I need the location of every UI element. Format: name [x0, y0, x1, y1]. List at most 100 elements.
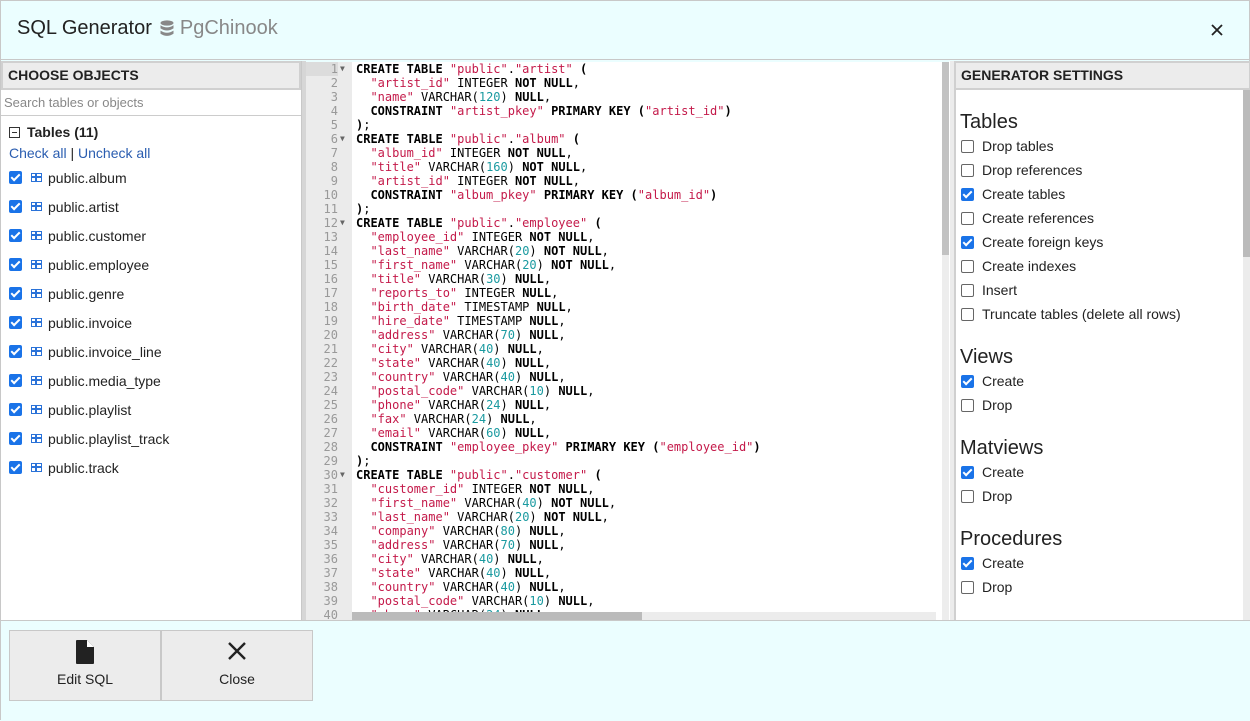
setting-checkbox[interactable] [961, 163, 974, 177]
fold-toggle-icon[interactable]: ▼ [340, 468, 345, 482]
setting-option[interactable]: Drop [960, 484, 1250, 508]
editor-vertical-scrollbar[interactable] [942, 62, 949, 620]
table-checkbox[interactable] [9, 171, 22, 184]
code-line[interactable]: 30 ▼ CREATE TABLE "public"."customer" ( [306, 468, 949, 482]
table-item[interactable]: public.album [9, 163, 301, 192]
table-checkbox[interactable] [9, 258, 22, 271]
table-checkbox[interactable] [9, 287, 22, 300]
code-line[interactable]: 38 "country" VARCHAR(40) NULL, [306, 580, 949, 594]
setting-option[interactable]: Create references [960, 206, 1250, 230]
code-line[interactable]: 24 "postal_code" VARCHAR(10) NULL, [306, 384, 949, 398]
setting-option[interactable]: Drop [960, 575, 1250, 599]
setting-checkbox[interactable] [961, 259, 974, 273]
code-line[interactable]: 33 "last_name" VARCHAR(20) NOT NULL, [306, 510, 949, 524]
table-item[interactable]: public.employee [9, 250, 301, 279]
setting-option[interactable]: Drop [960, 393, 1250, 417]
close-button[interactable]: Close [161, 630, 313, 701]
code-line[interactable]: 34 "company" VARCHAR(80) NULL, [306, 524, 949, 538]
uncheck-all-link[interactable]: Uncheck all [78, 145, 150, 161]
check-all-link[interactable]: Check all [9, 145, 67, 161]
tables-group[interactable]: Tables (11) [9, 124, 301, 140]
code-line[interactable]: 3 "name" VARCHAR(120) NULL, [306, 90, 949, 104]
code-line[interactable]: 9 "artist_id" INTEGER NOT NULL, [306, 174, 949, 188]
code-line[interactable]: 17 "reports_to" INTEGER NULL, [306, 286, 949, 300]
code-line[interactable]: 37 "state" VARCHAR(40) NULL, [306, 566, 949, 580]
sql-editor[interactable]: 1 ▼ CREATE TABLE "public"."artist" (2 "art… [306, 62, 949, 620]
code-line[interactable]: 12 ▼ CREATE TABLE "public"."employee" ( [306, 216, 949, 230]
collapse-icon[interactable] [9, 126, 20, 138]
setting-option[interactable]: Truncate tables (delete all rows) [960, 302, 1250, 326]
setting-checkbox[interactable] [961, 235, 974, 249]
table-checkbox[interactable] [9, 403, 22, 416]
code-line[interactable]: 39 "postal_code" VARCHAR(10) NULL, [306, 594, 949, 608]
code-line[interactable]: 4 CONSTRAINT "artist_pkey" PRIMARY KEY (… [306, 104, 949, 118]
code-line[interactable]: 23 "country" VARCHAR(40) NULL, [306, 370, 949, 384]
table-checkbox[interactable] [9, 461, 22, 474]
code-line[interactable]: 10 CONSTRAINT "album_pkey" PRIMARY KEY (… [306, 188, 949, 202]
editor-horizontal-scrollbar[interactable] [352, 612, 936, 620]
table-checkbox[interactable] [9, 374, 22, 387]
code-line[interactable]: 13 "employee_id" INTEGER NOT NULL, [306, 230, 949, 244]
setting-option[interactable]: Create indexes [960, 254, 1250, 278]
code-line[interactable]: 15 "first_name" VARCHAR(20) NOT NULL, [306, 258, 949, 272]
setting-checkbox[interactable] [961, 283, 974, 297]
scrollbar-thumb[interactable] [352, 612, 642, 620]
setting-option[interactable]: Drop references [960, 158, 1250, 182]
code-line[interactable]: 2 "artist_id" INTEGER NOT NULL, [306, 76, 949, 90]
code-line[interactable]: 36 "city" VARCHAR(40) NULL, [306, 552, 949, 566]
table-item[interactable]: public.artist [9, 192, 301, 221]
code-line[interactable]: 11); [306, 202, 949, 216]
setting-checkbox[interactable] [961, 211, 974, 225]
code-line[interactable]: 18 "birth_date" TIMESTAMP NULL, [306, 300, 949, 314]
edit-sql-button[interactable]: Edit SQL [9, 630, 161, 701]
scrollbar-thumb[interactable] [942, 62, 949, 255]
code-line[interactable]: 27 "email" VARCHAR(60) NULL, [306, 426, 949, 440]
code-line[interactable]: 8 "title" VARCHAR(160) NOT NULL, [306, 160, 949, 174]
fold-toggle-icon[interactable]: ▼ [340, 132, 345, 146]
code-content[interactable]: 1 ▼ CREATE TABLE "public"."artist" (2 "art… [306, 62, 949, 620]
setting-checkbox[interactable] [961, 187, 974, 201]
table-item[interactable]: public.playlist_track [9, 424, 301, 453]
setting-checkbox[interactable] [961, 307, 974, 321]
code-line[interactable]: 31 "customer_id" INTEGER NOT NULL, [306, 482, 949, 496]
table-checkbox[interactable] [9, 316, 22, 329]
setting-checkbox[interactable] [961, 556, 974, 570]
table-checkbox[interactable] [9, 229, 22, 242]
setting-checkbox[interactable] [961, 489, 974, 503]
table-item[interactable]: public.genre [9, 279, 301, 308]
code-line[interactable]: 22 "state" VARCHAR(40) NULL, [306, 356, 949, 370]
setting-option[interactable]: Create tables [960, 182, 1250, 206]
setting-checkbox[interactable] [961, 374, 974, 388]
code-line[interactable]: 20 "address" VARCHAR(70) NULL, [306, 328, 949, 342]
search-input[interactable] [1, 90, 301, 116]
table-item[interactable]: public.customer [9, 221, 301, 250]
table-item[interactable]: public.invoice [9, 308, 301, 337]
table-checkbox[interactable] [9, 345, 22, 358]
setting-option[interactable]: Create [960, 551, 1250, 575]
setting-option[interactable]: Create [960, 369, 1250, 393]
setting-option[interactable]: Drop tables [960, 134, 1250, 158]
code-line[interactable]: 26 "fax" VARCHAR(24) NULL, [306, 412, 949, 426]
setting-checkbox[interactable] [961, 465, 974, 479]
code-line[interactable]: 16 "title" VARCHAR(30) NULL, [306, 272, 949, 286]
code-line[interactable]: 21 "city" VARCHAR(40) NULL, [306, 342, 949, 356]
code-line[interactable]: 6 ▼ CREATE TABLE "public"."album" ( [306, 132, 949, 146]
close-icon[interactable] [1208, 21, 1226, 39]
table-checkbox[interactable] [9, 432, 22, 445]
code-line[interactable]: 29); [306, 454, 949, 468]
setting-option[interactable]: Insert [960, 278, 1250, 302]
setting-checkbox[interactable] [961, 580, 974, 594]
setting-option[interactable]: Create foreign keys [960, 230, 1250, 254]
code-line[interactable]: 19 "hire_date" TIMESTAMP NULL, [306, 314, 949, 328]
code-line[interactable]: 28 CONSTRAINT "employee_pkey" PRIMARY KE… [306, 440, 949, 454]
setting-checkbox[interactable] [961, 139, 974, 153]
settings-scrollbar[interactable] [1243, 90, 1250, 620]
code-line[interactable]: 14 "last_name" VARCHAR(20) NOT NULL, [306, 244, 949, 258]
table-item[interactable]: public.invoice_line [9, 337, 301, 366]
table-item[interactable]: public.media_type [9, 366, 301, 395]
code-line[interactable]: 35 "address" VARCHAR(70) NULL, [306, 538, 949, 552]
scrollbar-thumb[interactable] [1243, 90, 1250, 257]
code-line[interactable]: 25 "phone" VARCHAR(24) NULL, [306, 398, 949, 412]
setting-checkbox[interactable] [961, 398, 974, 412]
code-line[interactable]: 1 ▼ CREATE TABLE "public"."artist" ( [306, 62, 949, 76]
